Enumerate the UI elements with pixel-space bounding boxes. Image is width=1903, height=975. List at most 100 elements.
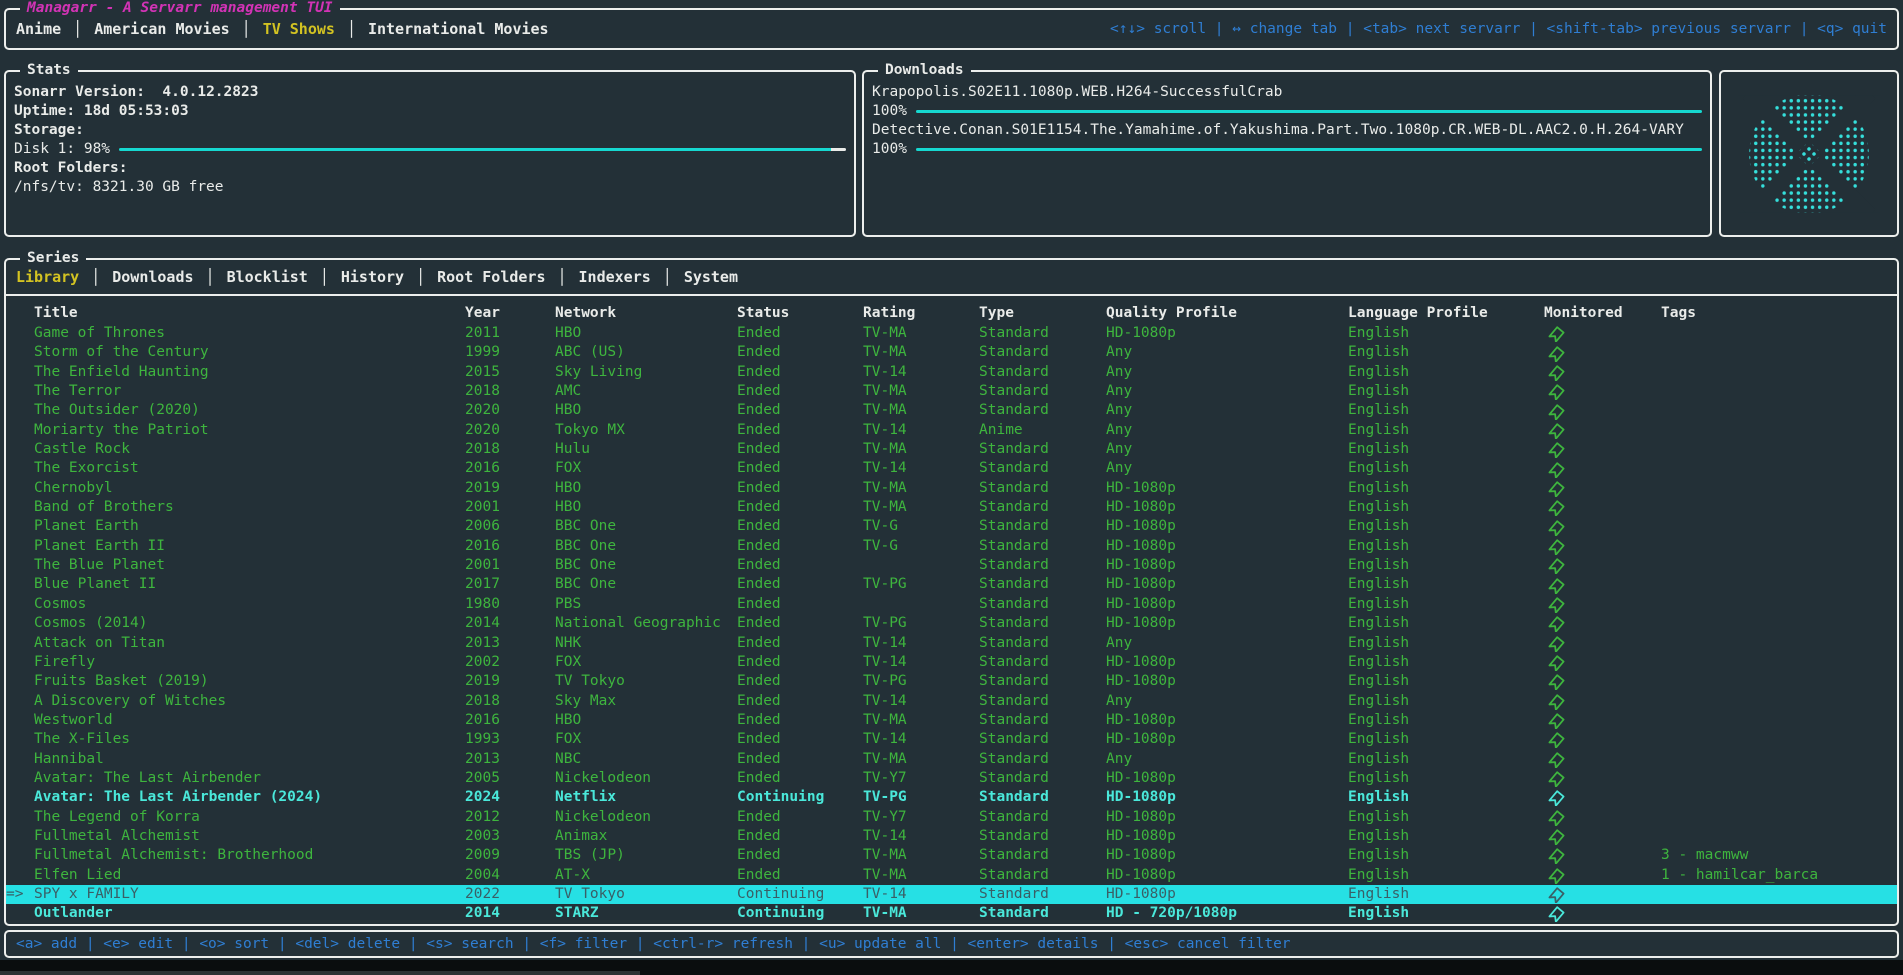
cell-status: Ended	[737, 672, 863, 691]
table-row[interactable]: Fruits Basket (2019) 2019 TV Tokyo Ended…	[6, 672, 1897, 691]
sonarr-version-label: Sonarr Version:	[14, 83, 145, 102]
column-header-status: Status	[737, 302, 863, 324]
cell-quality-profile: HD-1080p	[1106, 808, 1348, 827]
cell-language-profile: English	[1348, 556, 1544, 575]
table-row[interactable]: A Discovery of Witches 2018 Sky Max Ende…	[6, 692, 1897, 711]
cell-status: Ended	[737, 808, 863, 827]
cell-rating: TV-14	[863, 653, 979, 672]
tab-blocklist[interactable]: Blocklist	[227, 268, 308, 286]
table-row[interactable]: Hannibal 2013 NBC Ended TV-MA Standard A…	[6, 750, 1897, 769]
table-row[interactable]: The Terror 2018 AMC Ended TV-MA Standard…	[6, 382, 1897, 401]
cell-title: Avatar: The Last Airbender (2024)	[34, 788, 465, 807]
table-row[interactable]: The Outsider (2020) 2020 HBO Ended TV-MA…	[6, 401, 1897, 420]
table-row[interactable]: Game of Thrones 2011 HBO Ended TV-MA Sta…	[6, 324, 1897, 343]
cell-quality-profile: Any	[1106, 382, 1348, 401]
tab-library[interactable]: Library	[16, 268, 79, 286]
cell-title: Planet Earth II	[34, 537, 465, 556]
cell-rating: TV-14	[863, 363, 979, 382]
cell-network: BBC One	[555, 556, 737, 575]
cell-status: Ended	[737, 498, 863, 517]
table-row[interactable]: The X-Files 1993 FOX Ended TV-14 Standar…	[6, 730, 1897, 749]
table-row[interactable]: Castle Rock 2018 Hulu Ended TV-MA Standa…	[6, 440, 1897, 459]
monitored-bookmark-icon	[1544, 596, 1661, 613]
tab-history[interactable]: History	[341, 268, 404, 286]
tab-indexers[interactable]: Indexers	[579, 268, 651, 286]
cell-type: Standard	[979, 517, 1106, 536]
tab-root-folders[interactable]: Root Folders	[437, 268, 545, 286]
table-row[interactable]: Firefly 2002 FOX Ended TV-14 Standard HD…	[6, 653, 1897, 672]
monitored-bookmark-icon	[1544, 886, 1661, 903]
table-row[interactable]: Westworld 2016 HBO Ended TV-MA Standard …	[6, 711, 1897, 730]
cell-network: TV Tokyo	[555, 885, 737, 904]
global-keybind-help: <↑↓> scroll | ↔ change tab | <tab> next …	[1110, 10, 1887, 48]
cell-title: The Terror	[34, 382, 465, 401]
table-row[interactable]: Outlander 2014 STARZ Continuing TV-MA St…	[6, 904, 1897, 923]
table-row[interactable]: Planet Earth II 2016 BBC One Ended TV-G …	[6, 537, 1897, 556]
series-panel-title: Series	[20, 249, 86, 268]
cell-quality-profile: Any	[1106, 634, 1348, 653]
table-row[interactable]: Attack on Titan 2013 NHK Ended TV-14 Sta…	[6, 634, 1897, 653]
table-row[interactable]: Fullmetal Alchemist: Brotherhood 2009 TB…	[6, 846, 1897, 865]
table-row[interactable]: Cosmos (2014) 2014 National Geographic E…	[6, 614, 1897, 633]
monitored-bookmark-icon	[1544, 905, 1661, 922]
cell-rating: TV-14	[863, 421, 979, 440]
table-row[interactable]: Cosmos 1980 PBS Ended Standard HD-1080p …	[6, 595, 1897, 614]
monitored-bookmark-icon	[1544, 480, 1661, 497]
table-row[interactable]: Planet Earth 2006 BBC One Ended TV-G Sta…	[6, 517, 1897, 536]
cell-type: Standard	[979, 827, 1106, 846]
cell-type: Standard	[979, 711, 1106, 730]
table-row[interactable]: Fullmetal Alchemist 2003 Animax Ended TV…	[6, 827, 1897, 846]
cell-type: Standard	[979, 750, 1106, 769]
table-row[interactable]: Chernobyl 2019 HBO Ended TV-MA Standard …	[6, 479, 1897, 498]
tab-anime[interactable]: Anime	[16, 20, 61, 38]
table-row[interactable]: Elfen Lied 2004 AT-X Ended TV-MA Standar…	[6, 866, 1897, 885]
table-row[interactable]: The Enfield Haunting 2015 Sky Living End…	[6, 363, 1897, 382]
table-row[interactable]: Band of Brothers 2001 HBO Ended TV-MA St…	[6, 498, 1897, 517]
cell-network: HBO	[555, 479, 737, 498]
cell-title: Blue Planet II	[34, 575, 465, 594]
tab-tv-shows[interactable]: TV Shows	[263, 20, 335, 38]
tab-system[interactable]: System	[684, 268, 738, 286]
table-row[interactable]: Storm of the Century 1999 ABC (US) Ended…	[6, 343, 1897, 362]
table-row[interactable]: The Blue Planet 2001 BBC One Ended Stand…	[6, 556, 1897, 575]
cell-language-profile: English	[1348, 634, 1544, 653]
cell-type: Standard	[979, 846, 1106, 865]
cell-language-profile: English	[1348, 575, 1544, 594]
cell-status: Ended	[737, 846, 863, 865]
cell-year: 2018	[465, 440, 555, 459]
cell-type: Standard	[979, 363, 1106, 382]
table-row[interactable]: Avatar: The Last Airbender (2024) 2024 N…	[6, 788, 1897, 807]
table-row[interactable]: Blue Planet II 2017 BBC One Ended TV-PG …	[6, 575, 1897, 594]
cell-rating: TV-MA	[863, 343, 979, 362]
cell-year: 2018	[465, 382, 555, 401]
tab-american-movies[interactable]: American Movies	[94, 20, 229, 38]
cell-language-profile: English	[1348, 595, 1544, 614]
cell-status: Ended	[737, 595, 863, 614]
cell-status: Ended	[737, 750, 863, 769]
tab-downloads[interactable]: Downloads	[112, 268, 193, 286]
table-row[interactable]: => SPY x FAMILY 2022 TV Tokyo Continuing…	[6, 885, 1897, 904]
cell-network: Netflix	[555, 788, 737, 807]
table-row[interactable]: The Exorcist 2016 FOX Ended TV-14 Standa…	[6, 459, 1897, 478]
cell-quality-profile: HD-1080p	[1106, 517, 1348, 536]
cell-year: 2020	[465, 421, 555, 440]
cell-language-profile: English	[1348, 614, 1544, 633]
cell-rating: TV-14	[863, 692, 979, 711]
table-row[interactable]: The Legend of Korra 2012 Nickelodeon End…	[6, 808, 1897, 827]
table-row[interactable]: Avatar: The Last Airbender 2005 Nickelod…	[6, 769, 1897, 788]
cell-status: Continuing	[737, 904, 863, 923]
cell-network: HBO	[555, 711, 737, 730]
tab-international-movies[interactable]: International Movies	[368, 20, 549, 38]
tab-separator	[335, 20, 368, 38]
table-row[interactable]: Moriarty the Patriot 2020 Tokyo MX Ended…	[6, 421, 1897, 440]
cell-status: Ended	[737, 421, 863, 440]
cell-type: Standard	[979, 575, 1106, 594]
cell-quality-profile: HD-1080p	[1106, 575, 1348, 594]
cell-network: BBC One	[555, 575, 737, 594]
cell-network: BBC One	[555, 517, 737, 536]
cell-network: HBO	[555, 324, 737, 343]
monitored-bookmark-icon	[1544, 325, 1661, 342]
column-header-language-profile: Language Profile	[1348, 302, 1544, 324]
cell-title: Castle Rock	[34, 440, 465, 459]
cell-title: Chernobyl	[34, 479, 465, 498]
